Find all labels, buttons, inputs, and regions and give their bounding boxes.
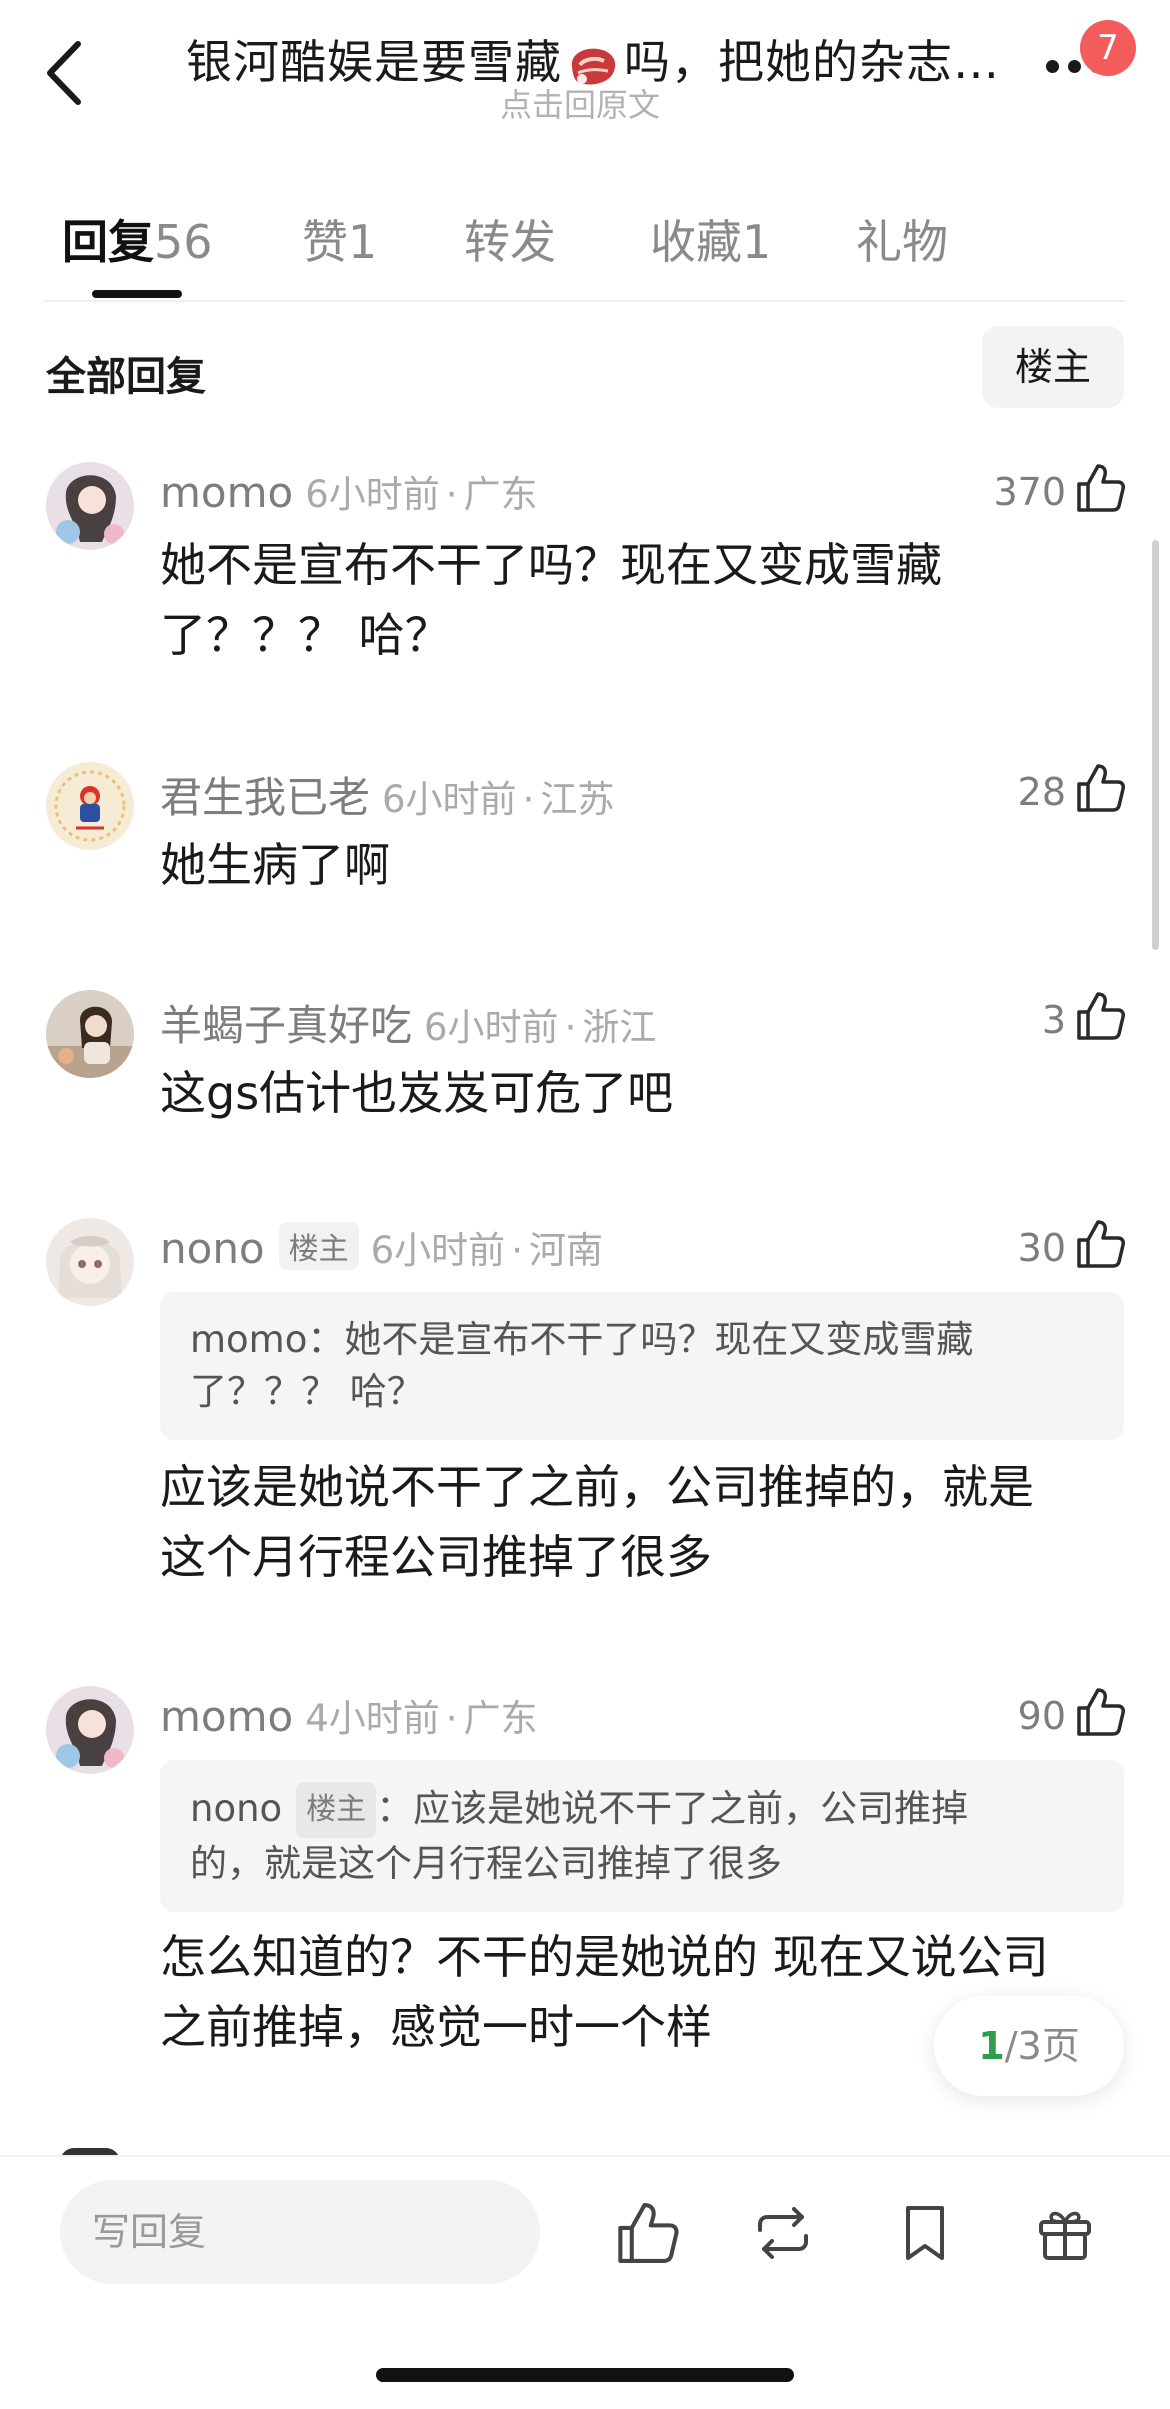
meta-separator: · xyxy=(445,473,458,516)
title-text-part2: 吗，把她的杂志… xyxy=(624,35,1000,89)
like-count: 3 xyxy=(1041,998,1066,1042)
scrollbar[interactable] xyxy=(1152,540,1159,950)
home-indicator xyxy=(376,2368,794,2382)
comment-author[interactable]: nono xyxy=(160,1224,265,1273)
comment-author[interactable]: 君生我已老 xyxy=(160,773,370,822)
comment-text-line: 了？？？ 哈？ xyxy=(160,608,451,662)
comment-location: 江苏 xyxy=(540,778,615,821)
comment-text: 这gs估计也岌岌可危了吧 xyxy=(160,1058,1160,1128)
comment-author[interactable]: momo xyxy=(160,468,293,517)
comment-location: 河南 xyxy=(528,1229,603,1272)
avatar[interactable] xyxy=(46,1218,134,1306)
meta-separator: · xyxy=(522,778,535,821)
like-count: 90 xyxy=(1017,1694,1066,1738)
comment-header: momo 4小时前 · 广东 xyxy=(160,1688,538,1742)
notification-badge: 7 xyxy=(1080,20,1136,76)
comment-text-line: 应该是她说不干了之前，公司推掉的，就是 xyxy=(160,1460,1034,1514)
comment-text-line: 这gs估计也岌岌可危了吧 xyxy=(160,1066,674,1120)
tab-reposts[interactable]: 转发 xyxy=(464,206,556,272)
comment-location: 广东 xyxy=(463,1697,538,1740)
tab-gifts[interactable]: 礼物 xyxy=(856,206,948,272)
back-to-original-link[interactable]: 点击回原文 xyxy=(500,80,660,126)
comment-author[interactable]: momo xyxy=(160,1692,293,1741)
quoted-text-line: nono 楼主 ：应该是她说不干了之前，公司推掉 xyxy=(190,1782,1094,1838)
tab-divider xyxy=(44,300,1126,302)
comment-time: 6小时前 xyxy=(424,1006,559,1049)
gift-icon[interactable] xyxy=(1032,2200,1098,2266)
tab-replies[interactable]: 回复56 xyxy=(62,206,213,272)
comment-header: 羊蝎子真好吃 6小时前 · 浙江 xyxy=(160,992,656,1053)
meta-separator: · xyxy=(445,1697,458,1740)
comment-text: 她不是宣布不干了吗？现在又变成雪藏 了？？？ 哈？ xyxy=(160,530,1160,670)
thumbs-up-icon[interactable] xyxy=(1074,1686,1126,1738)
thumbs-up-icon[interactable] xyxy=(1074,462,1126,514)
active-tab-indicator xyxy=(92,290,182,298)
op-badge: 楼主 xyxy=(296,1782,377,1838)
reply-input[interactable] xyxy=(60,2180,540,2284)
like-count: 30 xyxy=(1017,1226,1066,1270)
tab-likes-count: 1 xyxy=(348,215,378,269)
tab-replies-label: 回复 xyxy=(62,215,154,269)
quoted-reply[interactable]: nono 楼主 ：应该是她说不干了之前，公司推掉 的，就是这个月行程公司推掉了很多 xyxy=(160,1760,1124,1912)
total-pages: /3页 xyxy=(1004,2024,1080,2068)
meta-separator: · xyxy=(564,1006,577,1049)
tab-likes-label: 赞 xyxy=(302,215,348,269)
tab-reposts-label: 转发 xyxy=(464,215,556,269)
comment-header: momo 6小时前 · 广东 xyxy=(160,464,538,518)
tab-replies-count: 56 xyxy=(154,215,213,269)
tab-gifts-label: 礼物 xyxy=(856,215,948,269)
thumbs-up-icon[interactable] xyxy=(1074,1218,1126,1270)
comment-header: 君生我已老 6小时前 · 江苏 xyxy=(160,764,614,825)
quoted-text-line: momo：她不是宣布不干了吗？现在又变成雪藏 xyxy=(190,1318,974,1361)
tab-favorites[interactable]: 收藏1 xyxy=(650,206,771,272)
comment-author[interactable]: 羊蝎子真好吃 xyxy=(160,1001,412,1050)
comment-time: 4小时前 xyxy=(305,1697,440,1740)
bookmark-icon[interactable] xyxy=(892,2200,958,2266)
thumbs-up-icon[interactable] xyxy=(614,2200,680,2266)
quoted-reply[interactable]: momo：她不是宣布不干了吗？现在又变成雪藏 了？？？ 哈？ xyxy=(160,1292,1124,1440)
back-icon[interactable] xyxy=(40,38,96,108)
comment-text-line: 她生病了啊 xyxy=(160,838,390,892)
comment-text: 应该是她说不干了之前，公司推掉的，就是 这个月行程公司推掉了很多 xyxy=(160,1452,1160,1592)
comment-text-line: 她不是宣布不干了吗？现在又变成雪藏 xyxy=(160,538,942,592)
quoted-author: nono xyxy=(190,1787,283,1830)
comment-text-line: 这个月行程公司推掉了很多 xyxy=(160,1530,712,1584)
avatar[interactable] xyxy=(46,462,134,550)
comment-text: 她生病了啊 xyxy=(160,830,1160,900)
quoted-text: ：应该是她说不干了之前，公司推掉 xyxy=(376,1787,969,1830)
thumbs-up-icon[interactable] xyxy=(1074,990,1126,1042)
like-count: 28 xyxy=(1017,770,1066,814)
comment-location: 广东 xyxy=(463,473,538,516)
quoted-text-line: 了？？？ 哈？ xyxy=(190,1370,424,1413)
all-replies-label: 全部回复 xyxy=(46,354,206,400)
page-indicator-button[interactable]: 1/3页 xyxy=(934,1996,1124,2096)
comment-time: 6小时前 xyxy=(382,778,517,821)
comment-location: 浙江 xyxy=(582,1006,657,1049)
comment-time: 6小时前 xyxy=(305,473,440,516)
avatar[interactable] xyxy=(46,990,134,1078)
like-count: 370 xyxy=(993,470,1066,514)
op-badge: 楼主 xyxy=(278,1222,359,1270)
avatar[interactable] xyxy=(46,1686,134,1774)
op-only-filter-button[interactable]: 楼主 xyxy=(982,326,1124,408)
tab-favorites-label: 收藏 xyxy=(650,215,742,269)
comment-time: 6小时前 xyxy=(370,1229,506,1272)
repost-icon[interactable] xyxy=(750,2200,816,2266)
comment-header: nono 楼主 6小时前 · 河南 xyxy=(160,1220,603,1274)
thumbs-up-icon[interactable] xyxy=(1074,762,1126,814)
tab-favorites-count: 1 xyxy=(742,215,772,269)
avatar[interactable] xyxy=(46,762,134,850)
quoted-text-line: 的，就是这个月行程公司推掉了很多 xyxy=(190,1842,782,1885)
current-page: 1 xyxy=(978,2024,1005,2068)
comment-text-line: 怎么知道的？不干的是她说的 现在又说公司 xyxy=(160,1930,1049,1984)
meta-separator: · xyxy=(511,1229,523,1272)
tab-likes[interactable]: 赞1 xyxy=(302,206,377,272)
